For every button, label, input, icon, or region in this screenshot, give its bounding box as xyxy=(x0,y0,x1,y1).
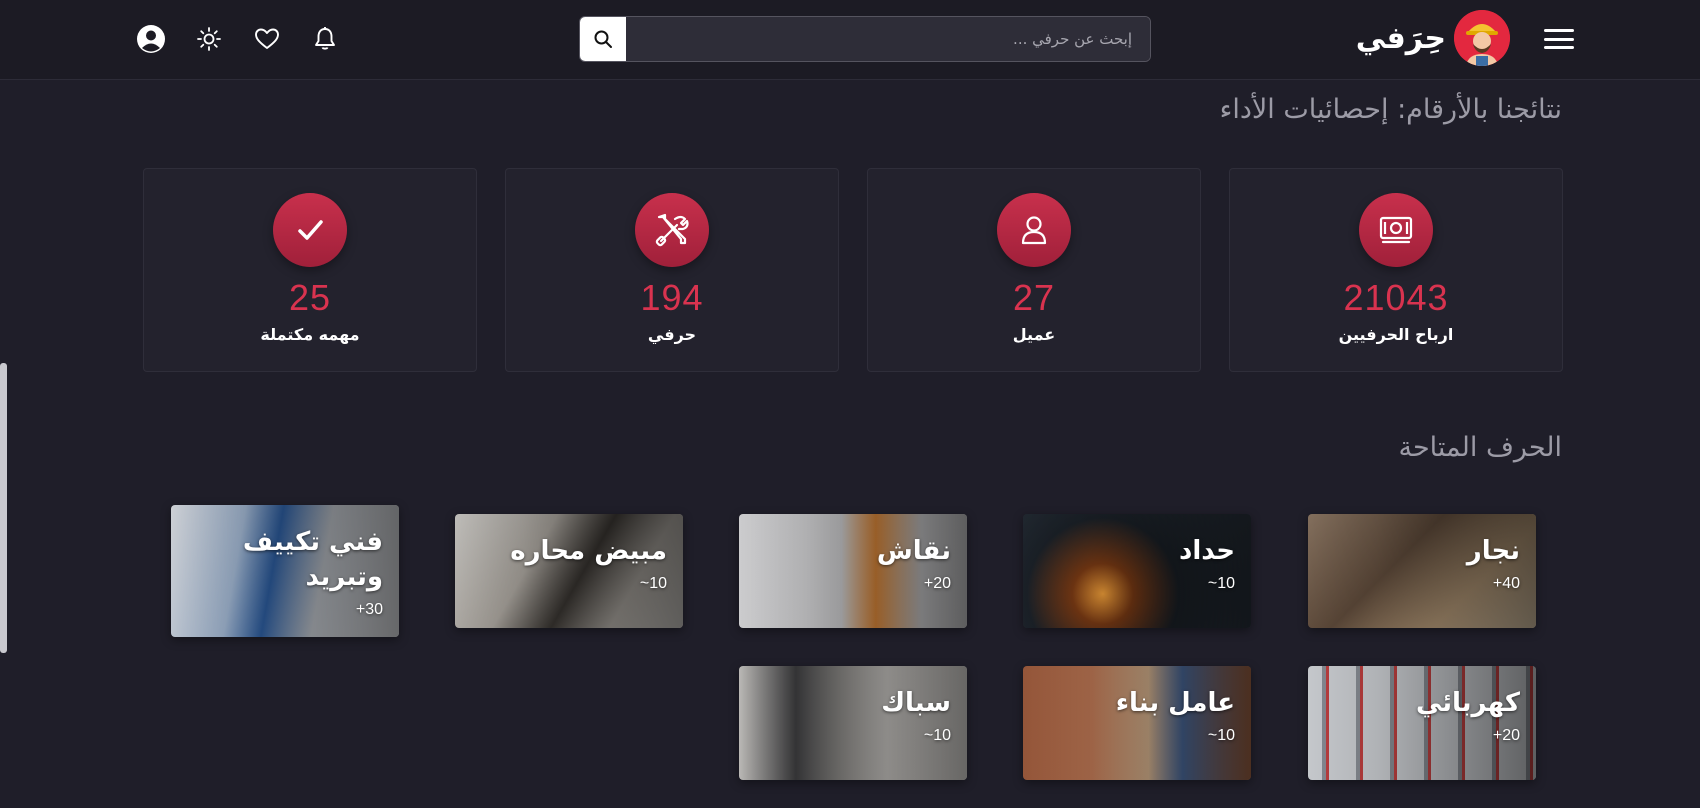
craft-name: عامل بناء xyxy=(1115,688,1235,718)
craft-card-painter[interactable]: نقاش 20+ xyxy=(739,514,967,628)
craft-name: سباك xyxy=(881,688,951,718)
user-icon xyxy=(997,193,1071,267)
brand-name: حِرَفي xyxy=(1355,20,1446,56)
craft-name: كهربائي xyxy=(1415,688,1520,718)
craft-name: حداد xyxy=(1178,536,1235,566)
craft-card-builder[interactable]: عامل بناء 10~ xyxy=(1023,666,1251,780)
craft-count: 20+ xyxy=(923,575,951,593)
search-input[interactable] xyxy=(626,17,1150,61)
stat-card-earnings: 21043 ارباح الحرفيين xyxy=(1229,168,1563,372)
craft-count: 10~ xyxy=(1207,575,1235,593)
theme-toggle-sun-icon[interactable] xyxy=(192,22,226,56)
craft-card-blacksmith[interactable]: حداد 10~ xyxy=(1023,514,1251,628)
craft-card-plumber[interactable]: سباك 10~ xyxy=(739,666,967,780)
stat-value: 27 xyxy=(1012,277,1056,318)
craft-card-plasterer[interactable]: مبيض محاره 10~ xyxy=(455,514,683,628)
brand-logo xyxy=(1454,10,1510,66)
stat-card-completed-tasks: 25 مهمه مكتملة xyxy=(143,168,477,372)
craft-count: 10~ xyxy=(639,575,667,593)
profile-icon[interactable] xyxy=(134,22,168,56)
search-button[interactable] xyxy=(580,17,626,61)
craft-name: مبيض محاره xyxy=(510,536,667,566)
craft-name: نقاش xyxy=(876,536,951,566)
craft-count: 10~ xyxy=(923,727,951,745)
craft-count: 30+ xyxy=(355,601,383,619)
stat-label: عميل xyxy=(1012,325,1056,344)
nav-actions xyxy=(134,22,366,56)
top-navbar: حِرَفي xyxy=(0,0,1700,80)
craft-card-carpenter[interactable]: نجار 40+ xyxy=(1308,514,1536,628)
craft-name: نجار xyxy=(1466,536,1520,566)
craft-card-ac-technician[interactable]: فني تكييف وتبريد 30+ xyxy=(171,505,399,637)
stats-grid: 21043 ارباح الحرفيين 27 عميل 194 حرفي 25… xyxy=(143,168,1563,372)
check-icon xyxy=(273,193,347,267)
stat-value: 25 xyxy=(288,277,332,318)
stat-value: 194 xyxy=(640,277,704,318)
stat-label: مهمه مكتملة xyxy=(260,325,360,344)
scrollbar-thumb[interactable] xyxy=(0,363,7,653)
search-icon xyxy=(594,30,612,48)
craft-name: فني تكييف وتبريد xyxy=(242,527,383,593)
crafts-section-title: الحرف المتاحة xyxy=(1398,432,1562,463)
search-bar xyxy=(579,16,1151,62)
tools-icon xyxy=(635,193,709,267)
craft-count: 40+ xyxy=(1492,575,1520,593)
craft-card-electrician[interactable]: كهربائي 20+ xyxy=(1308,666,1536,780)
craft-count: 20+ xyxy=(1492,727,1520,745)
stat-label: ارباح الحرفيين xyxy=(1338,325,1454,344)
brand[interactable]: حِرَفي xyxy=(1356,10,1510,66)
stat-card-clients: 27 عميل xyxy=(867,168,1201,372)
money-icon xyxy=(1359,193,1433,267)
stat-label: حرفي xyxy=(647,325,697,344)
stats-section-title: نتائجنا بالأرقام: إحصائيات الأداء xyxy=(1219,94,1562,125)
stat-card-craftsmen: 194 حرفي xyxy=(505,168,839,372)
craft-count: 10~ xyxy=(1207,727,1235,745)
notifications-bell-icon[interactable] xyxy=(308,22,342,56)
favorites-heart-icon[interactable] xyxy=(250,22,284,56)
stat-value: 21043 xyxy=(1343,277,1449,318)
menu-hamburger-icon[interactable] xyxy=(1544,26,1574,52)
